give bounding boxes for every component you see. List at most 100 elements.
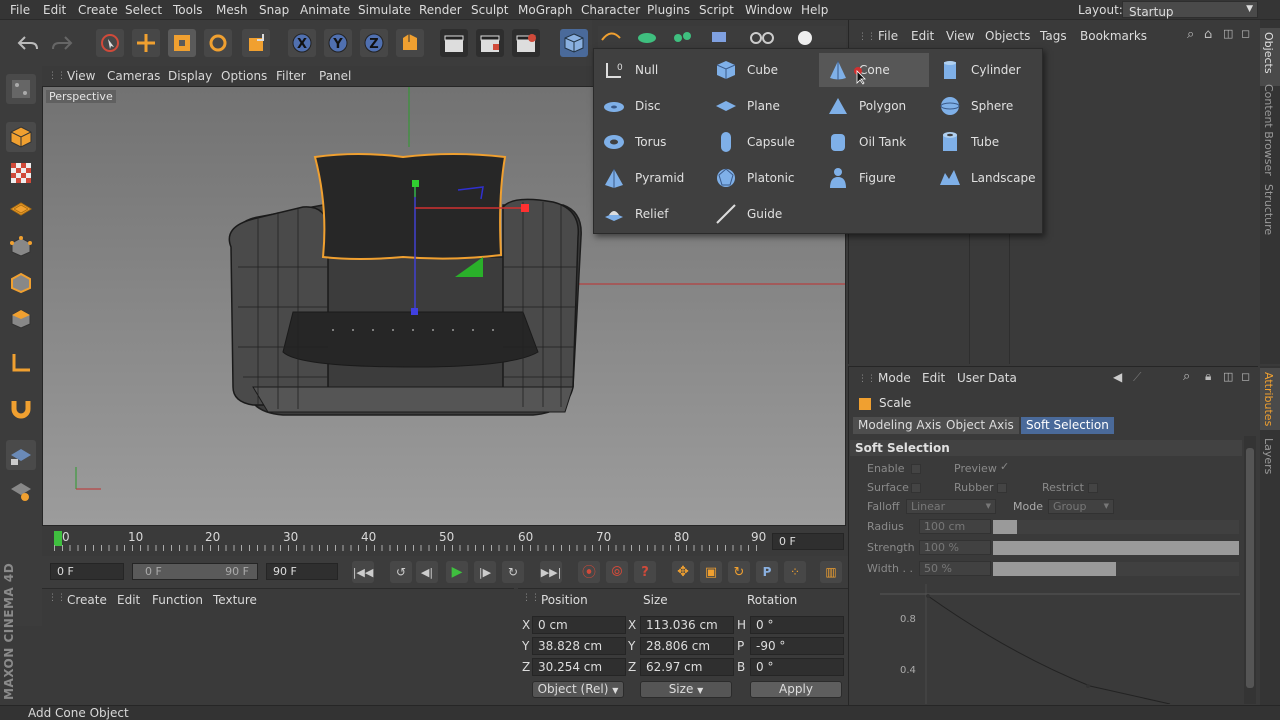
menu-create[interactable]: Create bbox=[78, 3, 118, 17]
material-menu-function[interactable]: Function bbox=[152, 593, 203, 607]
maximize-icon[interactable]: ◻ bbox=[1241, 27, 1250, 40]
primitive-sphere[interactable]: Sphere bbox=[931, 89, 1041, 123]
attribute-scrollbar[interactable] bbox=[1244, 436, 1256, 704]
primitive-cone[interactable]: Cone bbox=[819, 53, 929, 87]
size-x-field[interactable]: 113.036 cm bbox=[640, 616, 734, 634]
object-menu-edit[interactable]: Edit bbox=[911, 29, 934, 43]
menu-edit[interactable]: Edit bbox=[43, 3, 66, 17]
move-tool-button[interactable] bbox=[132, 29, 160, 57]
tab-structure-label[interactable]: Structure bbox=[1262, 184, 1275, 235]
menu-mesh[interactable]: Mesh bbox=[216, 3, 248, 17]
material-menu-texture[interactable]: Texture bbox=[213, 593, 257, 607]
tab-modeling-axis[interactable]: Modeling Axis bbox=[853, 417, 947, 434]
coordinate-system-button[interactable] bbox=[396, 29, 424, 57]
menu-mograph[interactable]: MoGraph bbox=[518, 3, 573, 17]
primitive-landscape[interactable]: Landscape bbox=[931, 161, 1041, 195]
menu-tools[interactable]: Tools bbox=[173, 3, 203, 17]
tab-content-browser-label[interactable]: Content Browser bbox=[1262, 84, 1275, 176]
menu-file[interactable]: File bbox=[10, 3, 30, 17]
snap-button[interactable] bbox=[6, 394, 36, 424]
material-menu-edit[interactable]: Edit bbox=[117, 593, 140, 607]
add-cube-button[interactable] bbox=[560, 29, 588, 57]
play-button[interactable]: ▶ bbox=[446, 561, 468, 583]
search-icon[interactable]: ⌕ bbox=[1187, 27, 1194, 42]
radius-field[interactable]: 100 cm bbox=[919, 519, 991, 534]
width-field[interactable]: 50 % bbox=[919, 561, 991, 576]
y-axis-lock-button[interactable]: Y bbox=[324, 29, 352, 57]
pos-x-field[interactable]: 0 cm bbox=[532, 616, 626, 634]
primitive-plane[interactable]: Plane bbox=[707, 89, 817, 123]
mode-select[interactable]: Group ▼ bbox=[1048, 499, 1114, 514]
restrict-checkbox[interactable] bbox=[1088, 483, 1098, 493]
locked-workplane-button[interactable] bbox=[6, 476, 36, 506]
start-frame-field[interactable]: 0 F bbox=[50, 563, 124, 580]
array-icon[interactable] bbox=[672, 28, 694, 46]
forward-arrow-icon[interactable]: ⟋ bbox=[1133, 370, 1141, 385]
apply-button[interactable]: Apply bbox=[750, 681, 842, 698]
attr-menu-edit[interactable]: Edit bbox=[922, 371, 945, 385]
menu-render[interactable]: Render bbox=[419, 3, 462, 17]
model-mode-button[interactable] bbox=[6, 122, 36, 152]
pos-y-field[interactable]: 38.828 cm bbox=[532, 637, 626, 655]
scrollbar-thumb[interactable] bbox=[1246, 448, 1254, 688]
key-pla-button[interactable]: ⁘ bbox=[784, 561, 806, 583]
render-settings-button[interactable] bbox=[512, 29, 540, 57]
viewport-menu-view[interactable]: View bbox=[67, 69, 95, 83]
surface-checkbox[interactable] bbox=[911, 483, 921, 493]
object-menu-file[interactable]: File bbox=[878, 29, 898, 43]
menu-select[interactable]: Select bbox=[125, 3, 162, 17]
scale-tool-button[interactable] bbox=[168, 29, 196, 57]
strength-slider[interactable] bbox=[993, 541, 1239, 555]
nurbs-icon[interactable] bbox=[636, 28, 658, 46]
previous-frame-button[interactable]: ◀| bbox=[416, 561, 438, 583]
primitive-cylinder[interactable]: Cylinder bbox=[931, 53, 1041, 87]
object-menu-objects[interactable]: Objects bbox=[985, 29, 1030, 43]
primitive-polygon[interactable]: Polygon bbox=[819, 89, 929, 123]
rubber-checkbox[interactable] bbox=[997, 483, 1007, 493]
undo-button[interactable] bbox=[14, 29, 42, 57]
make-editable-button[interactable] bbox=[6, 74, 36, 104]
scene-icon[interactable] bbox=[748, 28, 778, 46]
live-selection-button[interactable] bbox=[96, 29, 124, 57]
menu-script[interactable]: Script bbox=[699, 3, 734, 17]
primitive-figure[interactable]: Figure bbox=[819, 161, 929, 195]
primitive-torus[interactable]: Torus bbox=[595, 125, 705, 159]
axis-mode-button[interactable] bbox=[6, 348, 36, 378]
key-scale-button[interactable]: ▣ bbox=[700, 561, 722, 583]
primitive-cube[interactable]: Cube bbox=[707, 53, 817, 87]
primitive-platonic[interactable]: Platonic bbox=[707, 161, 817, 195]
size-z-field[interactable]: 62.97 cm bbox=[640, 658, 734, 676]
x-axis-lock-button[interactable]: X bbox=[288, 29, 316, 57]
keyframe-selection-button[interactable]: ? bbox=[634, 561, 656, 583]
primitive-null[interactable]: 0 Null bbox=[595, 53, 705, 87]
rot-p-field[interactable]: -90 ° bbox=[750, 637, 844, 655]
tab-layers-label[interactable]: Layers bbox=[1262, 438, 1275, 474]
new-panel-icon[interactable]: ◫ bbox=[1223, 27, 1233, 40]
deformer-icon[interactable] bbox=[708, 28, 730, 46]
autokeying-button[interactable]: ⦾ bbox=[606, 561, 628, 583]
key-position-button[interactable]: ✥ bbox=[672, 561, 694, 583]
attr-menu-user-data[interactable]: User Data bbox=[957, 371, 1017, 385]
rot-b-field[interactable]: 0 ° bbox=[750, 658, 844, 676]
viewport-menu-filter[interactable]: Filter bbox=[276, 69, 306, 83]
record-active-button[interactable]: ⦿ bbox=[578, 561, 600, 583]
primitive-pyramid[interactable]: Pyramid bbox=[595, 161, 705, 195]
timeline-window-button[interactable]: ▥ bbox=[820, 561, 842, 583]
size-mode-select[interactable]: Size ▼ bbox=[640, 681, 732, 698]
primitive-oil-tank[interactable]: Oil Tank bbox=[819, 125, 929, 159]
object-menu-tags[interactable]: Tags bbox=[1040, 29, 1067, 43]
menu-animate[interactable]: Animate bbox=[300, 3, 350, 17]
size-y-field[interactable]: 28.806 cm bbox=[640, 637, 734, 655]
redo-button[interactable] bbox=[48, 29, 76, 57]
preview-check-icon[interactable]: ✓ bbox=[1000, 460, 1009, 473]
render-view-button[interactable] bbox=[440, 29, 468, 57]
next-key-button[interactable]: ↻ bbox=[502, 561, 524, 583]
layout-select[interactable]: Startup ▼ bbox=[1122, 1, 1258, 19]
key-parameter-button[interactable]: P bbox=[756, 561, 778, 583]
workplane-lock-button[interactable] bbox=[6, 440, 36, 470]
menu-window[interactable]: Window bbox=[745, 3, 792, 17]
polygons-mode-button[interactable] bbox=[6, 304, 36, 334]
workplane-mode-button[interactable] bbox=[6, 194, 36, 224]
back-arrow-icon[interactable]: ◀ bbox=[1113, 370, 1122, 384]
next-frame-button[interactable]: |▶ bbox=[474, 561, 496, 583]
